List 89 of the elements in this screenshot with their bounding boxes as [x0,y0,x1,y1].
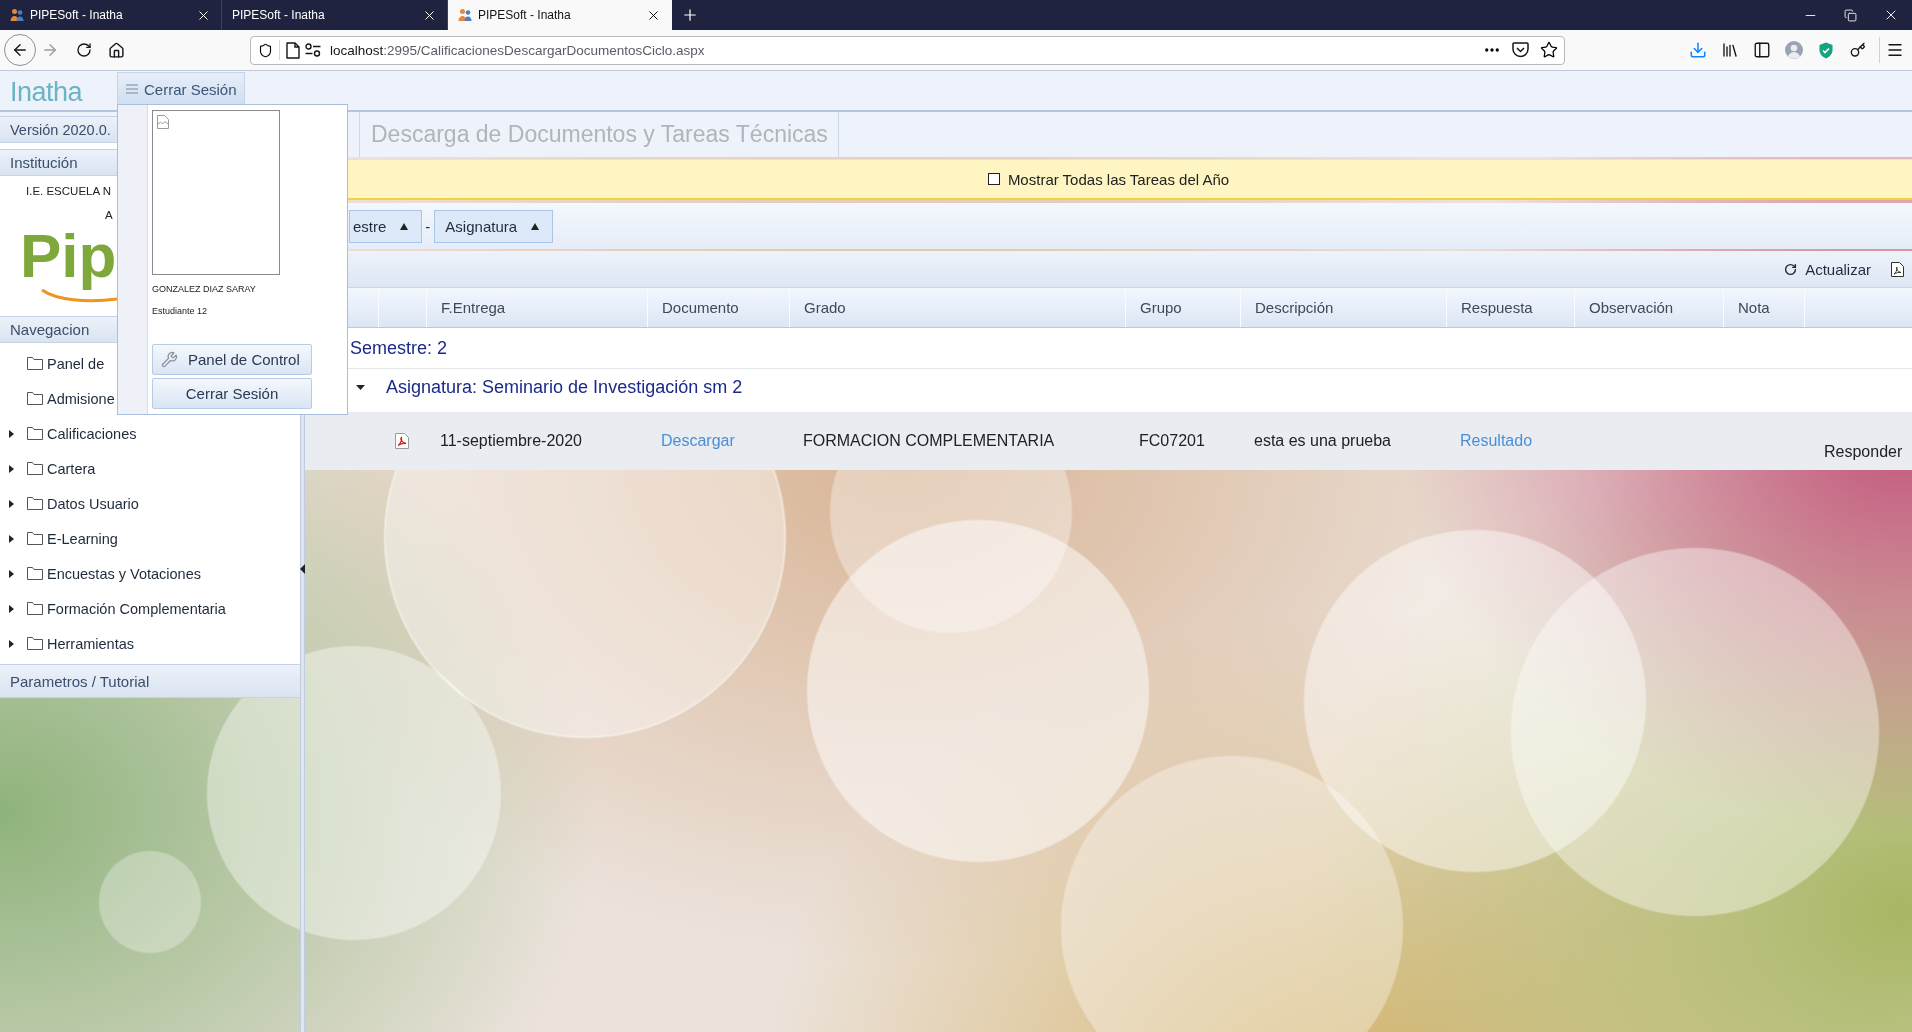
menu-icon[interactable] [1886,41,1904,59]
folder-icon [27,637,43,650]
pdf-file-icon[interactable] [395,433,409,449]
sidebar-section-header[interactable]: Institución [0,149,117,176]
tree-item[interactable]: Calificaciones [0,416,300,451]
column-header[interactable]: F.Entrega [426,288,647,327]
folder-icon [27,497,43,510]
expand-triangle-icon[interactable] [9,569,14,578]
tree-item[interactable]: Datos Usuario [0,486,300,521]
expand-triangle-icon[interactable] [9,639,14,648]
tree-item[interactable]: Formación Complementaria [0,591,300,626]
page-title: Descarga de Documentos y Tareas Técnicas [359,112,839,157]
menu-button[interactable]: Panel de Control [152,344,312,375]
wrench-icon [161,351,178,368]
folder-icon [27,392,43,405]
tree-item[interactable]: Cartera [0,451,300,486]
sidebar-section-header[interactable]: Versión 2020.0. [0,116,117,143]
tree-item[interactable]: Panel de [0,346,117,381]
group-label: Semestre: 2 [350,337,448,359]
column-header[interactable]: Descripción [1240,288,1446,327]
expand-triangle-icon[interactable] [9,429,14,438]
menu-button[interactable]: Cerrar Sesión [152,378,312,409]
column-header[interactable]: Respuesta [1446,288,1574,327]
broken-image-icon [157,115,169,129]
permissions-icon[interactable] [305,43,321,57]
column-header[interactable]: Observación [1574,288,1723,327]
browser-tab[interactable]: PIPESoft - Inatha [448,0,672,30]
users-icon [458,8,472,22]
users-icon [10,8,24,22]
table-cell-text: esta es una prueba [1253,431,1392,451]
sidebar-section-header[interactable]: Parametros / Tutorial [0,664,300,698]
page-icon[interactable] [286,41,300,59]
group-button[interactable]: Asignatura [434,209,554,243]
folder-icon [27,357,43,370]
user-role: Estudiante 12 [152,306,208,316]
reload-icon[interactable] [76,42,92,58]
pdf-export-icon[interactable] [1891,261,1904,277]
respond-link[interactable]: Responder [1804,412,1912,470]
column-header[interactable]: Grupo [1125,288,1240,327]
folder-icon [27,602,43,615]
checkbox-label[interactable]: Mostrar Todas las Tareas del Año [1007,170,1230,188]
tree-item[interactable]: Herramientas [0,626,300,661]
school-logo: Pip [20,225,117,303]
table-cell-text: FC07201 [1138,431,1206,451]
download-icon[interactable] [1689,41,1707,59]
refresh-icon[interactable] [1784,262,1798,276]
key-icon[interactable] [1850,42,1866,58]
plus-icon[interactable] [681,6,699,24]
collapse-arrow-icon[interactable] [300,564,305,574]
expand-triangle-icon[interactable] [9,499,14,508]
column-header[interactable]: Grado [789,288,1125,327]
table-cell-text: 11-septiembre-2020 [439,431,583,451]
forward-arrow-icon[interactable] [41,41,59,59]
sidebar-icon[interactable] [1753,41,1771,59]
address-bar[interactable]: localhost:2995/CalificacionesDescargarDocumentosCiclo.aspx [250,35,1565,65]
expand-triangle-icon[interactable] [9,604,14,613]
expand-triangle-icon[interactable] [356,384,365,390]
checkbox[interactable] [987,173,1000,185]
expand-triangle-icon[interactable] [9,534,14,543]
institution-name-text: I.E. ESCUELA N [25,184,111,199]
institution-name-text: A [104,208,113,223]
folder-icon [27,567,43,580]
sort-up-icon[interactable] [400,222,409,230]
tree-item[interactable]: Admisione [0,381,117,416]
star-icon[interactable] [1540,41,1558,59]
pocket-icon[interactable] [1512,42,1529,58]
folder-icon [27,532,43,545]
sort-up-icon[interactable] [531,222,540,230]
app-logo: Inatha [10,77,84,107]
user-name: GONZALEZ DIAZ SARAY [152,284,256,294]
tree-item[interactable]: E-Learning [0,521,300,556]
folder-icon [27,462,43,475]
refresh-button[interactable]: Actualizar [1784,260,1871,278]
group-button[interactable]: estre [349,209,423,243]
tree-item[interactable]: Encuestas y Votaciones [0,556,300,591]
shield-check-icon[interactable] [1819,41,1833,59]
shield-icon[interactable] [258,42,273,58]
column-header[interactable]: Nota [1723,288,1804,327]
sidebar-section-header[interactable]: Navegacion [0,316,117,343]
column-header[interactable]: Documento [647,288,789,327]
separator-text: - [425,217,431,235]
home-icon[interactable] [107,41,125,59]
library-icon[interactable] [1721,41,1739,59]
folder-icon [27,427,43,440]
session-menu-button[interactable]: Cerrar Sesión [117,72,245,105]
restore-icon[interactable] [1843,8,1857,22]
group-label: Asignatura: Seminario de Investigación sm 2 [386,376,743,398]
expand-triangle-icon[interactable] [9,464,14,473]
table-cell-text: FORMACION COMPLEMENTARIA [802,431,1056,451]
